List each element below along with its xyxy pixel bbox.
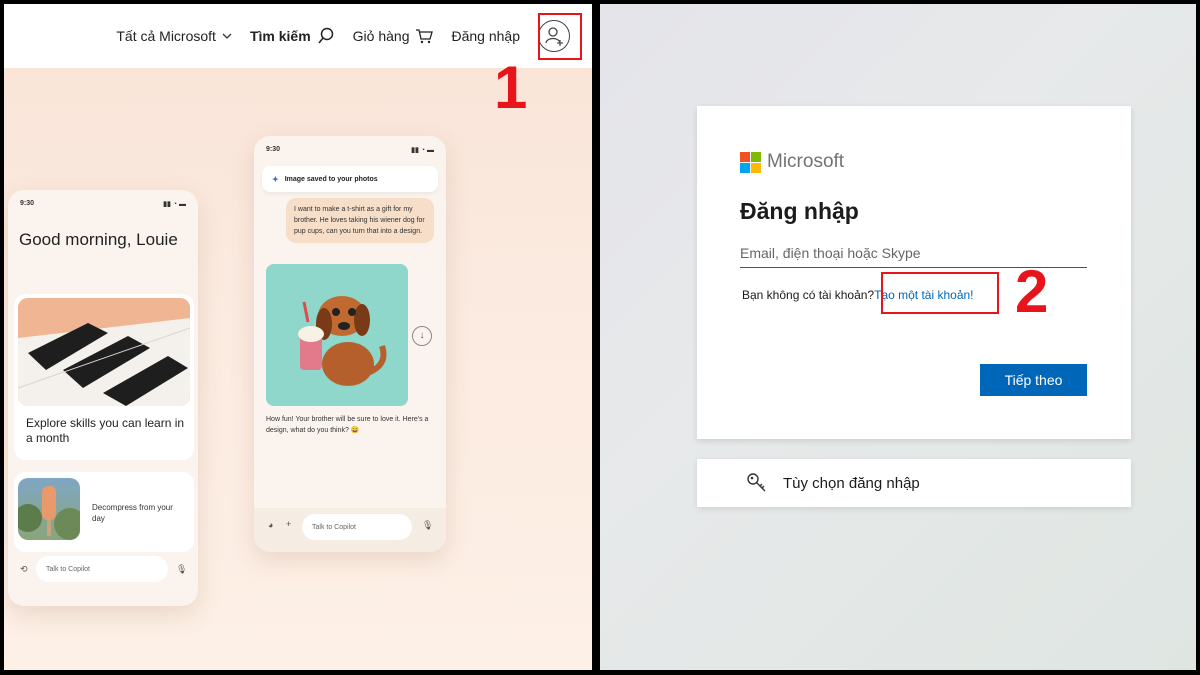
plus-icon[interactable]: +	[286, 519, 291, 529]
image-saved-toast: ✦ Image saved to your photos	[262, 166, 438, 192]
sparkle-icon: ✦	[272, 174, 279, 184]
history-icon[interactable]: ⟲	[20, 564, 28, 575]
piano-keys-image	[18, 298, 190, 406]
microphone-icon[interactable]: 🎙	[176, 564, 187, 575]
microphone-icon[interactable]: 🎙	[422, 520, 433, 531]
talk-placeholder: Talk to Copilot	[312, 523, 356, 531]
chevron-down-icon	[222, 33, 232, 39]
sign-in-card: Microsoft Đăng nhập Bạn không có tài kho…	[697, 106, 1131, 439]
popsicle-image	[18, 478, 80, 540]
signal-battery-icon: ▮▮ ◔ ▬	[411, 147, 434, 154]
search-button[interactable]: Tìm kiếm	[250, 27, 335, 45]
screenshot-frame: Tất cả Microsoft Tìm kiếm Giỏ hàng Đăng …	[0, 0, 1200, 675]
download-icon[interactable]: ↓	[412, 326, 432, 346]
sign-in-link[interactable]: Đăng nhập	[451, 28, 520, 44]
all-microsoft-label: Tất cả Microsoft	[116, 28, 216, 44]
next-button[interactable]: Tiếp theo	[980, 364, 1087, 396]
toast-text: Image saved to your photos	[284, 175, 378, 183]
greeting-text: Good morning, Louie	[19, 230, 178, 249]
skills-card-caption: Explore skills you can learn in a month	[26, 416, 185, 445]
assistant-reply: How fun! Your brother will be sure to lo…	[266, 416, 429, 434]
phone-mockup-home: 9:30 ▮▮ ◔ ▬ Good morning, Louie Explore …	[8, 190, 198, 606]
signal-battery-icon: ▮▮ ◔ ▬	[163, 201, 186, 208]
cart-icon	[416, 29, 434, 44]
step-marker-2: 2	[1015, 258, 1049, 325]
phone-mockup-chat: 9:30 ▮▮ ◔ ▬ ✦ Image saved to your photos…	[254, 136, 446, 552]
talk-placeholder: Talk to Copilot	[46, 565, 90, 573]
status-bar: 9:30 ▮▮ ◔ ▬	[266, 146, 434, 154]
decompress-caption: Decompress from your day	[92, 503, 173, 523]
step-marker-1: 1	[494, 54, 528, 121]
talk-to-copilot-input[interactable]: Talk to Copilot	[36, 556, 168, 582]
search-label: Tìm kiếm	[249, 28, 311, 44]
skills-card[interactable]: Explore skills you can learn in a month	[14, 294, 194, 460]
microsoft-logo: Microsoft	[740, 151, 844, 173]
user-message-bubble: I want to make a t-shirt as a gift for m…	[286, 198, 434, 243]
sign-in-label: Đăng nhập	[451, 28, 520, 44]
no-account-text: Bạn không có tài khoản?	[742, 288, 875, 302]
cart-button[interactable]: Giỏ hàng	[353, 28, 434, 44]
microsoft-copilot-page: Tất cả Microsoft Tìm kiếm Giỏ hàng Đăng …	[4, 4, 592, 670]
all-microsoft-menu[interactable]: Tất cả Microsoft	[116, 28, 232, 44]
status-time: 9:30	[266, 146, 281, 153]
brand-name: Microsoft	[767, 151, 845, 172]
copilot-logo-icon[interactable]: ◕	[268, 520, 273, 530]
microsoft-sign-in-page: Microsoft Đăng nhập Bạn không có tài kho…	[600, 4, 1196, 670]
talk-to-copilot-input[interactable]: Talk to Copilot	[302, 514, 412, 540]
sign-in-options-label: Tùy chọn đăng nhập	[783, 474, 920, 492]
sign-in-title: Đăng nhập	[740, 198, 859, 224]
cart-label: Giỏ hàng	[352, 28, 410, 44]
microsoft-logo-icon	[740, 151, 761, 173]
key-icon	[747, 473, 766, 492]
status-time: 9:30	[20, 200, 35, 207]
highlight-box-1	[538, 13, 582, 60]
dachshund-image[interactable]	[266, 264, 408, 406]
decompress-card[interactable]: Decompress from your day	[14, 472, 194, 552]
status-bar: 9:30 ▮▮ ◔ ▬	[20, 200, 186, 208]
highlight-box-2	[881, 272, 999, 314]
sign-in-options-button[interactable]: Tùy chọn đăng nhập	[697, 459, 1131, 507]
search-icon	[318, 27, 333, 44]
